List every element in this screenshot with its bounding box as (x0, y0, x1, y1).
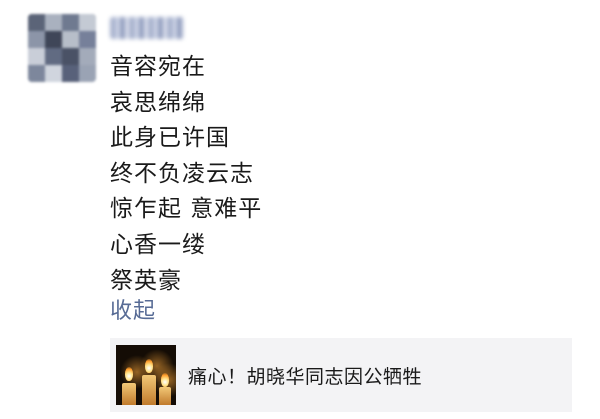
shared-article-title: 痛心！胡晓华同志因公牺牲 (188, 365, 423, 388)
nickname-blurred[interactable] (110, 17, 184, 39)
collapse-link[interactable]: 收起 (110, 296, 156, 328)
poem-line: 祭英豪 (110, 267, 182, 294)
poem-line: 惊乍起 意难平 (110, 196, 263, 223)
shared-article-card[interactable]: 痛心！胡晓华同志因公牺牲 (110, 338, 572, 412)
post-text: 音容宛在 哀思绵绵 此身已许国 终不负凌云志 惊乍起 意难平 心香一缕 祭英豪 (110, 50, 262, 299)
poem-line: 心香一缕 (110, 231, 206, 258)
poem-line: 哀思绵绵 (110, 89, 206, 116)
candles-image (116, 345, 176, 405)
moments-post: 音容宛在 哀思绵绵 此身已许国 终不负凌云志 惊乍起 意难平 心香一缕 祭英豪 … (0, 0, 600, 419)
poem-line: 终不负凌云志 (110, 160, 254, 187)
avatar-mosaic (28, 14, 96, 82)
poem-line: 音容宛在 (110, 54, 206, 80)
poem-line: 此身已许国 (110, 125, 230, 152)
avatar[interactable] (28, 14, 96, 82)
